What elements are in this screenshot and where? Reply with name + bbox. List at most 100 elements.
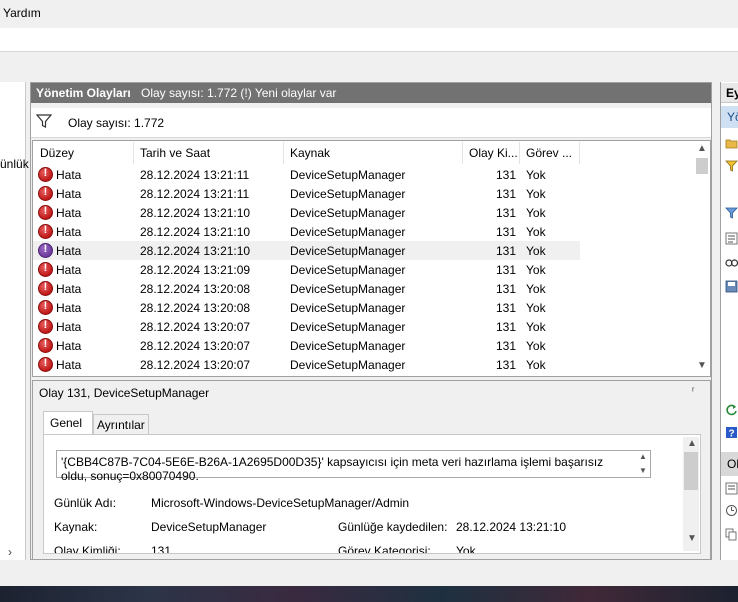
- cell-task: Yok: [526, 187, 546, 201]
- message-scroll-up-icon[interactable]: ▲: [639, 452, 647, 461]
- event-id-label: Olay Kimliği:: [54, 544, 121, 553]
- message-scroll-down-icon[interactable]: ▼: [639, 466, 647, 475]
- actions-section-label[interactable]: Yö: [727, 110, 738, 124]
- cell-datetime: 28.12.2024 13:21:10: [140, 206, 251, 220]
- cell-task: Yok: [526, 168, 546, 182]
- column-header-level[interactable]: Düzey: [40, 146, 74, 164]
- detail-scroll-thumb[interactable]: [684, 452, 698, 490]
- cell-datetime: 28.12.2024 13:20:07: [140, 320, 251, 334]
- actions-event-section-label[interactable]: Ol: [727, 457, 738, 471]
- cell-task: Yok: [526, 358, 546, 372]
- save-events-icon[interactable]: [725, 280, 738, 293]
- source-label: Kaynak:: [54, 520, 98, 534]
- column-header-event-id[interactable]: Olay Ki...: [469, 146, 518, 164]
- cell-source: DeviceSetupManager: [290, 301, 406, 315]
- cell-event-id: 131: [496, 282, 517, 296]
- cell-task: Yok: [526, 244, 546, 258]
- cell-source: DeviceSetupManager: [290, 263, 406, 277]
- cell-level: Hata: [56, 358, 82, 372]
- center-title: Yönetim Olayları: [36, 86, 131, 100]
- table-row[interactable]: Hata 28.12.2024 13:21:11 DeviceSetupManage…: [33, 165, 580, 184]
- table-row[interactable]: Hata 28.12.2024 13:21:10 DeviceSetupManage…: [33, 222, 580, 241]
- scroll-up-arrow-icon[interactable]: ▲: [697, 143, 707, 154]
- properties-icon[interactable]: [725, 232, 738, 245]
- menu-bar: [0, 28, 738, 52]
- cell-event-id: 131: [496, 320, 517, 334]
- scroll-down-arrow-icon[interactable]: ▼: [697, 360, 707, 371]
- table-vertical-scrollbar[interactable]: [694, 141, 710, 376]
- event-properties-icon[interactable]: [725, 482, 738, 495]
- cell-level: Hata: [56, 225, 82, 239]
- refresh-icon[interactable]: [725, 403, 738, 416]
- cell-source: DeviceSetupManager: [290, 206, 406, 220]
- tree-item-partial[interactable]: ünlük: [0, 157, 29, 171]
- tree-scroll-right-arrow[interactable]: ›: [8, 545, 12, 559]
- console-tree-pane[interactable]: [0, 82, 26, 560]
- error-icon: [38, 262, 53, 277]
- column-separator[interactable]: [283, 142, 284, 164]
- event-detail-title: Olay 131, DeviceSetupManager: [39, 386, 210, 400]
- tab-details-label[interactable]: Ayrıntılar: [97, 418, 145, 432]
- table-row[interactable]: Hata 28.12.2024 13:20:07 DeviceSetupManage…: [33, 317, 580, 336]
- cell-datetime: 28.12.2024 13:21:09: [140, 263, 251, 277]
- event-message-text[interactable]: '{CBB4C87B-7C04-5E6E-B26A-1A2695D00D35}'…: [61, 455, 621, 483]
- cell-level: Hata: [56, 244, 82, 258]
- cell-level: Hata: [56, 339, 82, 353]
- column-separator[interactable]: [462, 142, 463, 164]
- cell-level: Hata: [56, 320, 82, 334]
- error-icon: [38, 300, 53, 315]
- cell-task: Yok: [526, 282, 546, 296]
- table-row[interactable]: Hata 28.12.2024 13:21:09 DeviceSetupManage…: [33, 260, 580, 279]
- table-row[interactable]: Hata 28.12.2024 13:20:08 DeviceSetupManage…: [33, 298, 580, 317]
- cell-event-id: 131: [496, 206, 517, 220]
- find-icon[interactable]: [725, 256, 738, 269]
- filter-icon[interactable]: [36, 113, 52, 129]
- menu-help[interactable]: Yardım: [3, 6, 41, 20]
- filter-icon[interactable]: [725, 207, 738, 220]
- table-row[interactable]: Hata 28.12.2024 13:20:07 DeviceSetupManage…: [33, 336, 580, 355]
- cell-datetime: 28.12.2024 13:21:11: [140, 168, 250, 182]
- tab-general-label[interactable]: Genel: [50, 416, 82, 430]
- cell-task: Yok: [526, 225, 546, 239]
- column-header-datetime[interactable]: Tarih ve Saat: [140, 146, 210, 164]
- column-separator[interactable]: [519, 142, 520, 164]
- cell-task: Yok: [526, 263, 546, 277]
- cell-source: DeviceSetupManager: [290, 187, 406, 201]
- cell-event-id: 131: [496, 225, 517, 239]
- cell-event-id: 131: [496, 301, 517, 315]
- cell-task: Yok: [526, 339, 546, 353]
- copy-icon[interactable]: [725, 528, 738, 541]
- filter-create-icon[interactable]: [725, 160, 738, 173]
- cell-datetime: 28.12.2024 13:21:10: [140, 225, 251, 239]
- table-row[interactable]: Hata 28.12.2024 13:21:10 DeviceSetupManage…: [33, 241, 580, 260]
- cell-event-id: 131: [496, 263, 517, 277]
- column-header-task[interactable]: Görev ...: [526, 146, 572, 164]
- detail-scroll-down-icon[interactable]: ▼: [687, 533, 697, 544]
- cell-datetime: 28.12.2024 13:20:07: [140, 339, 251, 353]
- table-row[interactable]: Hata 28.12.2024 13:21:11 DeviceSetupManage…: [33, 184, 580, 203]
- column-separator[interactable]: [133, 142, 134, 164]
- table-row[interactable]: Hata 28.12.2024 13:20:08 DeviceSetupManage…: [33, 279, 580, 298]
- cell-level: Hata: [56, 301, 82, 315]
- open-folder-icon[interactable]: [725, 137, 738, 150]
- cell-source: DeviceSetupManager: [290, 339, 406, 353]
- detail-scroll-up-icon[interactable]: ▲: [687, 438, 697, 449]
- table-row[interactable]: Hata 28.12.2024 13:21:10 DeviceSetupManage…: [33, 203, 580, 222]
- column-separator[interactable]: [579, 142, 580, 164]
- cell-event-id: 131: [496, 168, 517, 182]
- error-icon: [38, 338, 53, 353]
- cell-datetime: 28.12.2024 13:21:10: [140, 244, 251, 258]
- help-icon[interactable]: ?: [725, 426, 738, 439]
- table-row[interactable]: Hata 28.12.2024 13:20:07 DeviceSetupManage…: [33, 355, 580, 374]
- event-id-value: 131: [151, 544, 172, 553]
- error-icon: [38, 186, 53, 201]
- column-header-source[interactable]: Kaynak: [290, 146, 330, 164]
- log-name-value: Microsoft-Windows-DeviceSetupManager/Adm…: [151, 496, 410, 510]
- detail-close-icon[interactable]: ʳ: [692, 386, 694, 397]
- attach-task-icon[interactable]: [725, 504, 738, 517]
- cell-datetime: 28.12.2024 13:20:07: [140, 358, 251, 372]
- cell-event-id: 131: [496, 187, 517, 201]
- table-scroll-thumb[interactable]: [696, 158, 708, 174]
- actions-header-label: Ey: [726, 86, 738, 100]
- desktop-background-strip: [0, 586, 738, 602]
